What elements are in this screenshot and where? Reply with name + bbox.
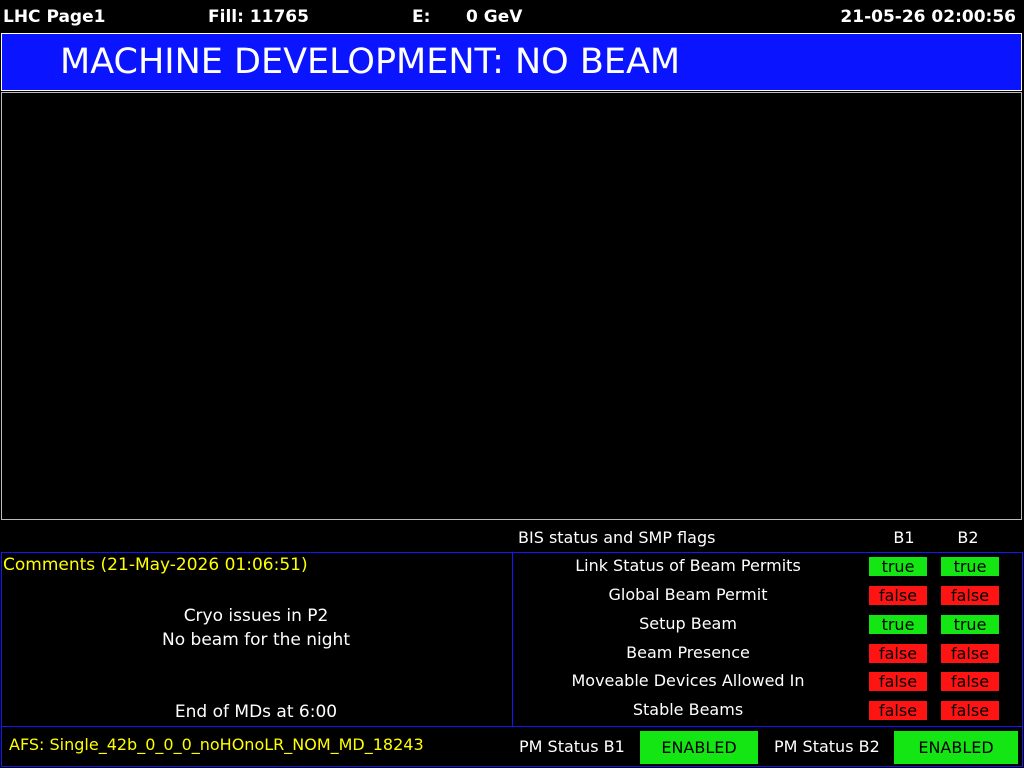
column-header-b1: B1	[893, 528, 915, 547]
fill-number: Fill: 11765	[208, 7, 309, 27]
flag-b1-value: false	[869, 701, 927, 720]
machine-mode-banner: MACHINE DEVELOPMENT: NO BEAM	[1, 33, 1022, 91]
flag-label: Moveable Devices Allowed In	[571, 671, 805, 690]
column-header-b2: B2	[957, 528, 979, 547]
flag-label: Beam Presence	[626, 643, 750, 662]
flag-label: Link Status of Beam Permits	[575, 556, 801, 575]
comment-line: Cryo issues in P2	[183, 606, 329, 626]
bis-title: BIS status and SMP flags	[518, 528, 716, 547]
comment-line: No beam for the night	[162, 630, 350, 650]
flag-b1-value: false	[869, 586, 927, 605]
flag-row-stable-beams: Stable Beams false false	[520, 699, 1020, 723]
flag-row-global-beam-permit: Global Beam Permit false false	[520, 584, 1020, 608]
afs-filling-scheme: AFS: Single_42b_0_0_0_noHOnoLR_NOM_MD_18…	[9, 735, 424, 754]
main-display-panel	[1, 92, 1022, 520]
flag-b1-value: false	[869, 644, 927, 663]
flag-label: Setup Beam	[639, 614, 737, 633]
flag-b1-value: true	[869, 615, 927, 634]
pm-status-b1-label: PM Status B1	[519, 737, 625, 756]
pm-status-b1-badge: ENABLED	[640, 731, 758, 764]
page-name: LHC Page1	[3, 7, 106, 27]
energy-value: 0 GeV	[466, 7, 523, 27]
comments-title: Comments (21-May-2026 01:06:51)	[3, 555, 308, 575]
flag-row-link-status: Link Status of Beam Permits true true	[520, 555, 1020, 579]
comment-line: End of MDs at 6:00	[174, 702, 338, 722]
flag-label: Global Beam Permit	[608, 585, 768, 604]
datetime: 21-05-26 02:00:56	[840, 7, 1016, 27]
pm-status-b2-badge: ENABLED	[894, 731, 1018, 764]
flag-row-beam-presence: Beam Presence false false	[520, 642, 1020, 666]
flag-row-setup-beam: Setup Beam true true	[520, 613, 1020, 637]
flag-b2-value: false	[941, 701, 999, 720]
pm-status-b2-label: PM Status B2	[774, 737, 880, 756]
flag-b1-value: true	[869, 557, 927, 576]
flag-b2-value: true	[941, 557, 999, 576]
flag-b2-value: true	[941, 615, 999, 634]
flag-b1-value: false	[869, 672, 927, 691]
flag-label: Stable Beams	[632, 700, 744, 719]
machine-mode-text: MACHINE DEVELOPMENT: NO BEAM	[60, 42, 681, 82]
energy-label: E:	[412, 7, 431, 27]
flag-b2-value: false	[941, 586, 999, 605]
flag-b2-value: false	[941, 644, 999, 663]
flag-row-moveable-devices: Moveable Devices Allowed In false false	[520, 670, 1020, 694]
flag-b2-value: false	[941, 672, 999, 691]
